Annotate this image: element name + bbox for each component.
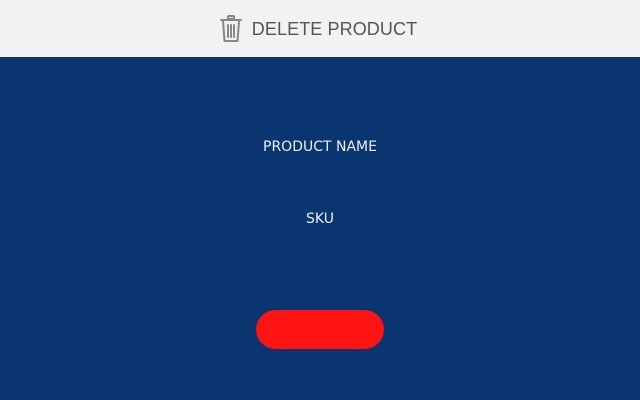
product-name-label: PRODUCT NAME xyxy=(263,139,377,155)
sku-label: SKU xyxy=(306,211,334,227)
page-title: DELETE PRODUCT xyxy=(251,19,418,39)
trash-icon xyxy=(219,14,243,43)
header-title-group: DELETE PRODUCT xyxy=(219,14,418,43)
delete-button[interactable] xyxy=(256,310,384,349)
delete-product-form: PRODUCT NAME SKU xyxy=(0,57,640,400)
page-header: DELETE PRODUCT xyxy=(0,0,640,57)
